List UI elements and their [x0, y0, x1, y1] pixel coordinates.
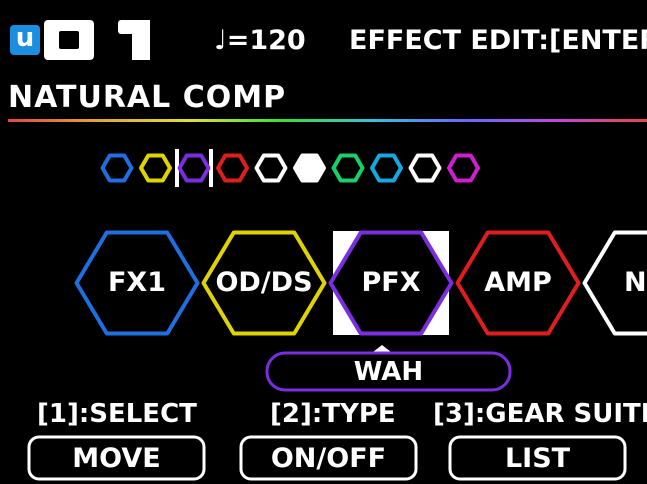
chain-overview-hex-9 — [447, 153, 480, 183]
move-button[interactable]: MOVE — [29, 445, 204, 472]
list-button[interactable]: LIST — [450, 445, 625, 472]
chain-overview-hex-1 — [139, 153, 172, 183]
knob3-label: [3]:GEAR SUITE — [433, 399, 647, 429]
chain-overview-hex-2 — [177, 153, 211, 183]
chain-overview-hex-6 — [331, 153, 365, 183]
knob1-label: [1]:SELECT — [37, 399, 197, 429]
chain-overview-hex-5 — [293, 153, 326, 183]
effect-block-label-amp: AMP — [484, 267, 552, 298]
selected-block-caret-icon — [373, 345, 391, 352]
effect-block-label-pfx: PFX — [361, 267, 421, 298]
chain-overview-hex-0 — [100, 153, 134, 183]
effect-block-label-odds: OD/DS — [215, 267, 313, 298]
chain-overview-hex-3 — [216, 153, 249, 183]
chain-overview-hex-8 — [408, 153, 442, 183]
chain-overview — [100, 149, 480, 187]
effect-block-label-ns: NS — [623, 267, 647, 298]
knob2-label: [2]:TYPE — [270, 399, 396, 429]
chain-overview-hex-7 — [370, 153, 403, 183]
chain-overview-hex-4 — [254, 153, 288, 183]
effect-block-label-fx1: FX1 — [107, 267, 167, 298]
onoff-button[interactable]: ON/OFF — [241, 445, 416, 472]
selected-type-label: WAH — [353, 357, 424, 387]
